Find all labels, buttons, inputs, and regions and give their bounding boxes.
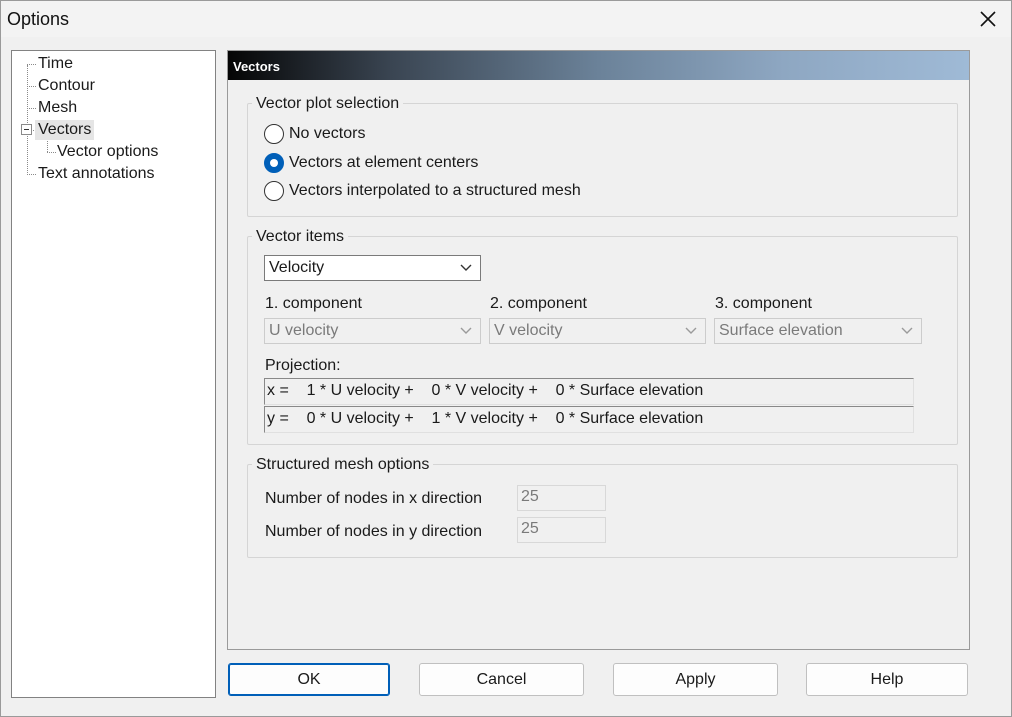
component-3-select: Surface elevation bbox=[714, 318, 922, 344]
chevron-down-icon bbox=[685, 327, 697, 334]
tree-item-vectors[interactable]: Vectors bbox=[35, 120, 95, 140]
component-1-value: U velocity bbox=[269, 322, 339, 339]
help-button[interactable]: Help bbox=[806, 663, 968, 696]
tree-item-mesh[interactable]: Mesh bbox=[38, 98, 77, 118]
nodes-x-label: Number of nodes in x direction bbox=[265, 490, 482, 507]
close-icon bbox=[980, 11, 996, 27]
projection-y-row: y = 0 * U velocity + 1 * V velocity + 0 … bbox=[264, 406, 914, 433]
tree-item-contour[interactable]: Contour bbox=[38, 76, 95, 96]
apply-button[interactable]: Apply bbox=[613, 663, 778, 696]
nodes-y-input: 25 bbox=[517, 517, 606, 543]
component-3-label: 3. component bbox=[715, 295, 812, 312]
radio-button[interactable] bbox=[264, 181, 284, 201]
chevron-down-icon bbox=[901, 327, 913, 334]
radio-label: Vectors interpolated to a structured mes… bbox=[289, 182, 581, 199]
vector-item-value: Velocity bbox=[269, 259, 325, 276]
tree-item-vector-options[interactable]: Vector options bbox=[57, 142, 158, 162]
tree-item-text-annotations[interactable]: Text annotations bbox=[38, 164, 155, 184]
radio-label: Vectors at element centers bbox=[289, 154, 479, 171]
vector-item-select[interactable]: Velocity bbox=[264, 255, 481, 281]
nodes-x-input: 25 bbox=[517, 485, 606, 511]
cancel-button[interactable]: Cancel bbox=[419, 663, 584, 696]
vector-plot-selection-title: Vector plot selection bbox=[252, 95, 404, 113]
radio-button[interactable] bbox=[264, 124, 284, 144]
chevron-down-icon bbox=[460, 327, 472, 334]
component-3-value: Surface elevation bbox=[719, 322, 843, 339]
close-button[interactable] bbox=[964, 1, 1012, 37]
component-2-value: V velocity bbox=[494, 322, 563, 339]
ok-button[interactable]: OK bbox=[228, 663, 390, 696]
window-title: Options bbox=[7, 9, 70, 29]
vector-items-title: Vector items bbox=[252, 228, 349, 246]
tree-item-time[interactable]: Time bbox=[38, 54, 73, 74]
collapse-icon[interactable] bbox=[21, 124, 32, 135]
component-2-select: V velocity bbox=[489, 318, 706, 344]
radio-label: No vectors bbox=[289, 125, 366, 142]
projection-label: Projection: bbox=[265, 357, 341, 374]
panel-header: Vectors bbox=[228, 51, 969, 80]
options-tree[interactable]: Time Contour Mesh Vectors Vector options… bbox=[11, 50, 216, 698]
component-2-label: 2. component bbox=[490, 295, 587, 312]
title-bar: Options bbox=[0, 1, 1012, 37]
panel-header-title: Vectors bbox=[233, 59, 280, 74]
chevron-down-icon bbox=[460, 264, 472, 271]
radio-no-vectors[interactable]: No vectors bbox=[264, 124, 365, 144]
radio-button-checked[interactable] bbox=[264, 153, 284, 173]
nodes-y-label: Number of nodes in y direction bbox=[265, 523, 482, 540]
component-1-select: U velocity bbox=[264, 318, 481, 344]
projection-x-row: x = 1 * U velocity + 0 * V velocity + 0 … bbox=[264, 378, 914, 405]
structured-mesh-group bbox=[247, 464, 958, 558]
component-1-label: 1. component bbox=[265, 295, 362, 312]
structured-mesh-title: Structured mesh options bbox=[252, 456, 434, 474]
radio-vectors-structured-mesh[interactable]: Vectors interpolated to a structured mes… bbox=[264, 181, 581, 201]
radio-vectors-element-centers[interactable]: Vectors at element centers bbox=[264, 153, 478, 173]
